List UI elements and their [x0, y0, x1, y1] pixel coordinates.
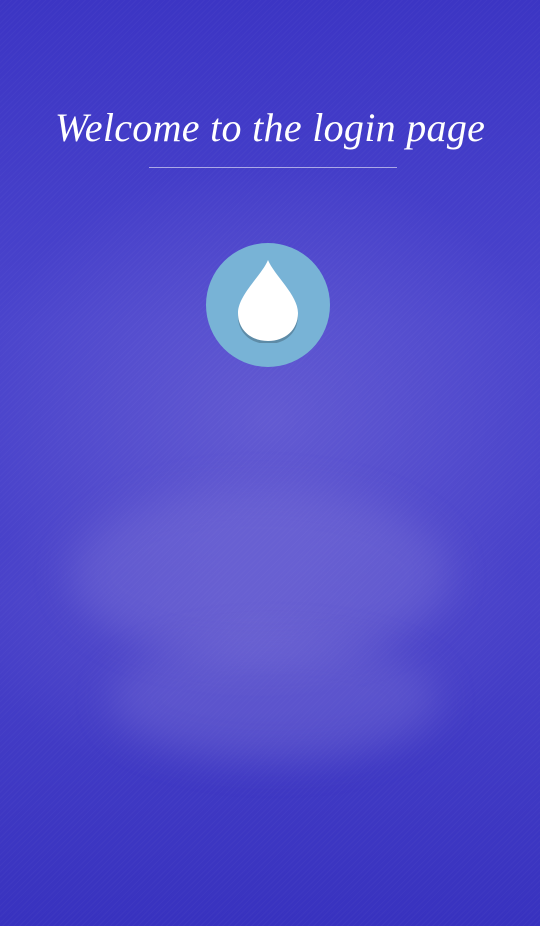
app-logo: [206, 243, 330, 367]
welcome-title: Welcome to the login page: [54, 105, 486, 150]
background-cloud: [70, 490, 450, 660]
background-cloud: [110, 640, 440, 760]
title-divider: [149, 167, 397, 168]
water-drop-icon: [238, 260, 298, 343]
login-screen: Welcome to the login page: [0, 0, 540, 926]
